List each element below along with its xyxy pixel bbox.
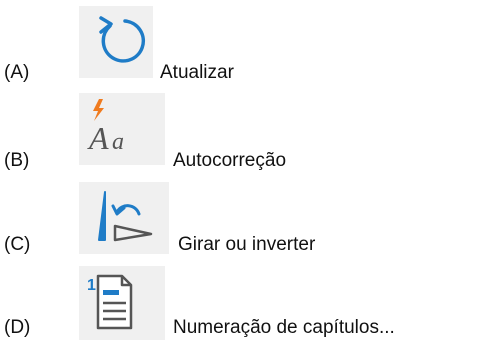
autocorrect-icon[interactable]: A a (79, 93, 165, 165)
chapter-numbering-icon[interactable]: 1 (79, 266, 165, 340)
svg-text:1: 1 (87, 277, 96, 294)
svg-text:A: A (87, 120, 109, 156)
refresh-icon[interactable] (79, 6, 153, 78)
option-d-label: Numeração de capítulos... (173, 317, 395, 338)
option-c-label: Girar ou inverter (178, 234, 316, 255)
option-d-letter: (D) (4, 317, 31, 338)
svg-text:a: a (112, 129, 124, 155)
option-b-label: Autocorreção (173, 150, 287, 171)
option-b-letter: (B) (4, 150, 30, 171)
option-a-letter: (A) (4, 62, 30, 83)
rotate-flip-icon[interactable] (79, 182, 169, 254)
option-a-label: Atualizar (160, 62, 234, 83)
option-c-letter: (C) (4, 234, 31, 255)
